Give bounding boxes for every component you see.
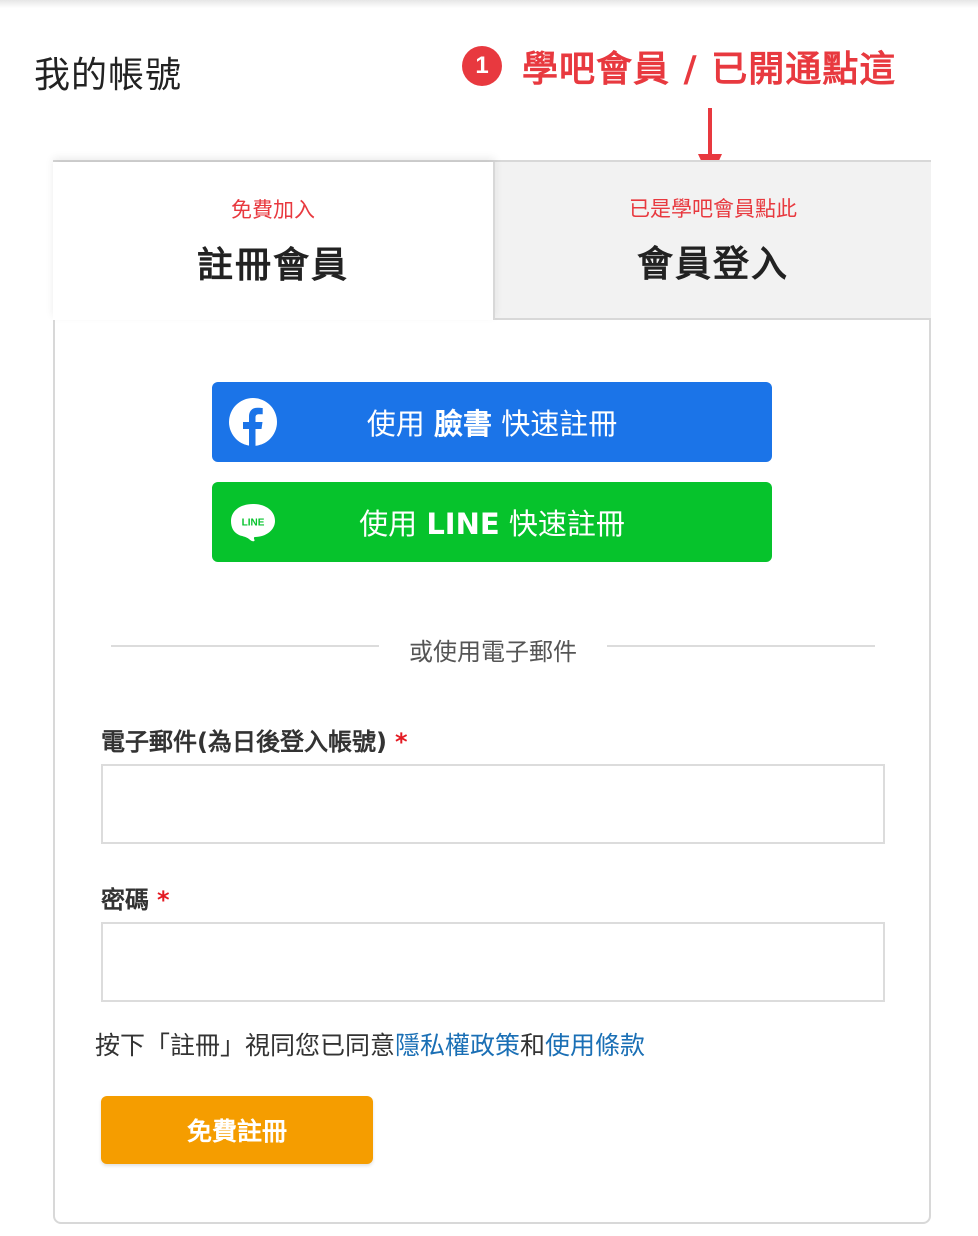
facebook-register-button[interactable]: 使用 臉書 快速註冊: [212, 382, 772, 462]
top-shadow: [0, 0, 978, 8]
or-email-divider: 或使用電子郵件: [111, 632, 875, 666]
privacy-policy-link[interactable]: 隱私權政策: [395, 1031, 520, 1060]
email-field[interactable]: [101, 764, 885, 844]
line-register-button[interactable]: LINE 使用 LINE 快速註冊: [212, 482, 772, 562]
tab-login[interactable]: 已是學吧會員點此 會員登入: [495, 162, 931, 320]
page: 我的帳號 1 學吧會員 / 已開通點這 免費加入 註冊會員 已是學吧會員點此 會…: [0, 0, 978, 1236]
tab-register-label: 註冊會員: [196, 245, 349, 286]
tab-register-subtitle: 免費加入: [231, 198, 315, 222]
terms-of-use-link[interactable]: 使用條款: [545, 1031, 645, 1060]
annotation-callout: 1 學吧會員 / 已開通點這: [462, 40, 896, 92]
password-field[interactable]: [101, 922, 885, 1002]
tab-login-subtitle: 已是學吧會員點此: [629, 197, 797, 221]
line-icon-text: LINE: [242, 518, 265, 529]
line-button-label: 使用 LINE 快速註冊: [359, 507, 625, 541]
tab-bar: 免費加入 註冊會員 已是學吧會員點此 會員登入: [53, 162, 931, 320]
terms-notice: 按下「註冊」視同您已同意隱私權政策和使用條款: [95, 1031, 646, 1060]
password-label: 密碼 *: [101, 886, 170, 914]
divider-text: 或使用電子郵件: [409, 638, 577, 666]
facebook-button-label: 使用 臉書 快速註冊: [366, 407, 618, 441]
facebook-icon: [229, 398, 277, 447]
account-card: 免費加入 註冊會員 已是學吧會員點此 會員登入 使用 臉書 快速註冊 LINE …: [53, 160, 931, 1224]
required-mark: *: [394, 728, 408, 756]
annotation-text: 學吧會員 / 已開通點這: [522, 49, 897, 90]
divider-line-right: [607, 645, 875, 647]
tab-register[interactable]: 免費加入 註冊會員: [53, 162, 495, 320]
divider-line-left: [111, 645, 379, 647]
email-label: 電子郵件(為日後登入帳號) *: [101, 728, 408, 756]
tab-login-label: 會員登入: [636, 244, 789, 285]
line-icon: LINE: [231, 504, 275, 542]
annotation-number-badge: 1: [462, 46, 502, 86]
free-register-button[interactable]: 免費註冊: [101, 1096, 373, 1164]
required-mark: *: [157, 886, 170, 914]
page-title: 我的帳號: [34, 55, 183, 96]
